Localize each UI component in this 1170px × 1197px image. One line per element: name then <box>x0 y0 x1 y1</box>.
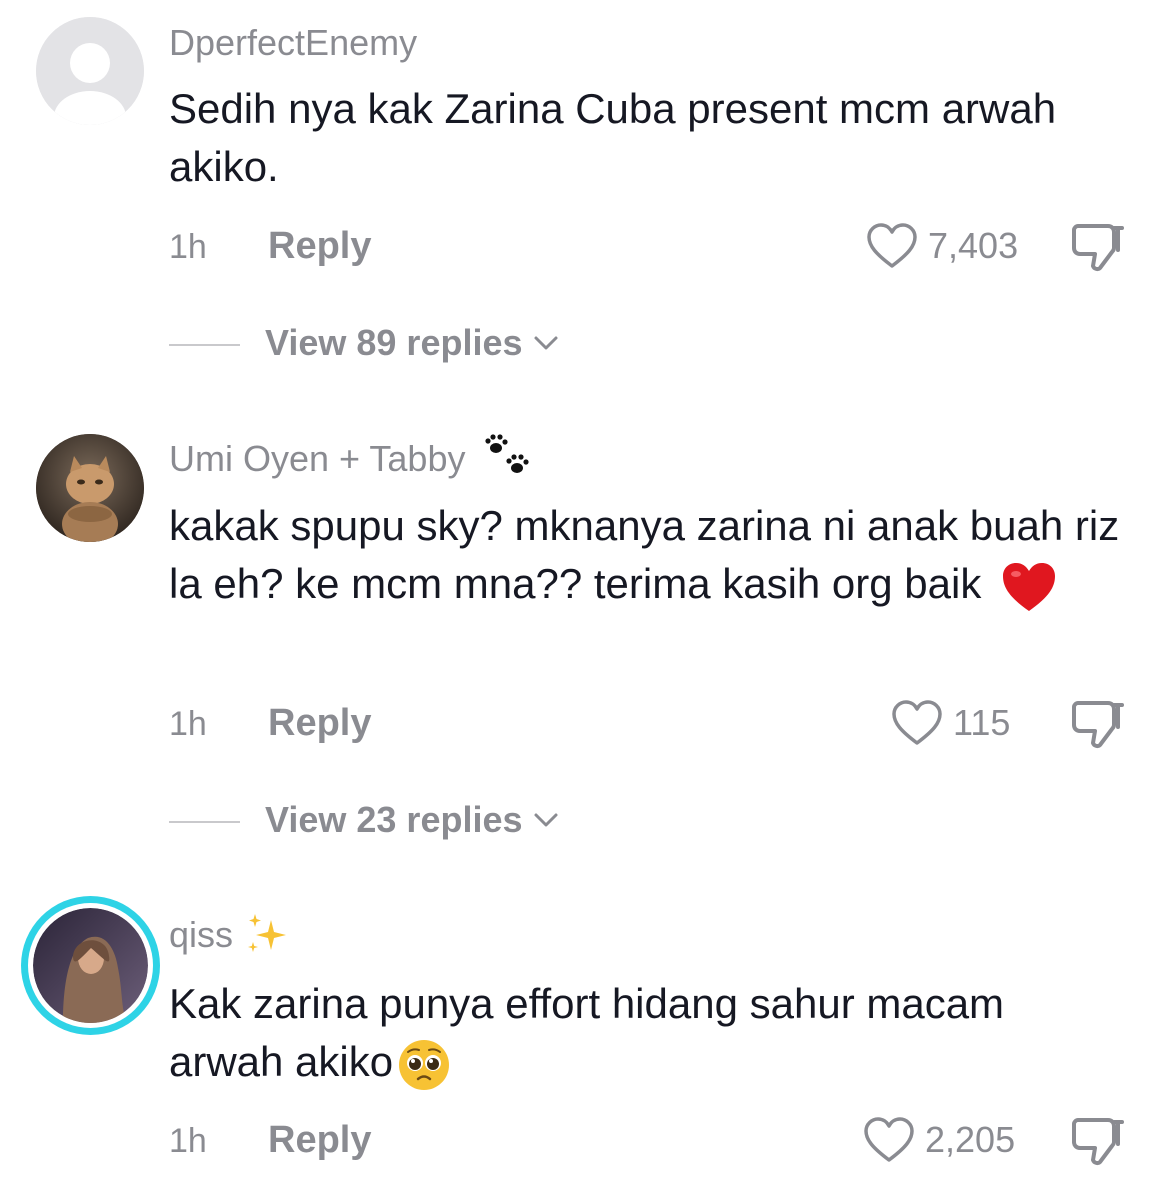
paw-prints-icon <box>484 434 529 473</box>
comment-time: 1h <box>169 228 207 266</box>
avatar[interactable] <box>36 17 144 125</box>
like-button[interactable]: 7,403 <box>866 222 1018 270</box>
heart-outline-icon <box>867 223 917 268</box>
chevron-down-icon <box>534 813 558 827</box>
username[interactable]: qiss <box>169 914 289 956</box>
comment-text: Kak zarina punya effort hidang sahur mac… <box>169 975 1129 1092</box>
chevron-down-icon <box>534 336 558 350</box>
thumbs-down-icon <box>1072 1118 1124 1166</box>
like-button[interactable]: 115 <box>891 699 1010 747</box>
view-replies-button[interactable]: View 23 replies <box>265 799 559 841</box>
comment-text: Sedih nya kak Zarina Cuba present mcm ar… <box>169 85 1057 190</box>
avatar[interactable] <box>36 434 144 542</box>
comment-text-content: kakak spupu sky? mknanya zarina ni anak … <box>169 502 1120 607</box>
like-count: 7,403 <box>928 225 1019 266</box>
heart-outline-icon <box>892 700 942 745</box>
username[interactable]: Umi Oyen + Tabby <box>169 434 532 480</box>
dislike-button[interactable] <box>1070 699 1126 756</box>
sparkles-icon <box>248 914 287 952</box>
reply-button[interactable]: Reply <box>268 225 371 268</box>
default-avatar-icon <box>36 17 144 125</box>
reply-button[interactable]: Reply <box>268 1119 371 1162</box>
comment-time: 1h <box>169 705 207 743</box>
user-photo-icon <box>33 908 148 1023</box>
red-heart-icon <box>1003 562 1056 611</box>
like-button[interactable]: 2,205 <box>863 1116 1015 1164</box>
replies-divider <box>169 821 240 823</box>
dislike-button[interactable] <box>1070 1116 1126 1173</box>
like-count: 115 <box>953 702 1011 743</box>
view-replies-button[interactable]: View 89 replies <box>265 322 559 364</box>
view-replies-label: View 89 replies <box>265 322 523 363</box>
thumbs-down-icon <box>1072 701 1124 749</box>
replies-divider <box>169 344 240 346</box>
view-replies-label: View 23 replies <box>265 799 523 840</box>
pleading-face-icon <box>399 1039 450 1090</box>
comment-time: 1h <box>169 1122 207 1160</box>
comment-text-content: Kak zarina punya effort hidang sahur mac… <box>169 980 1005 1085</box>
reply-button[interactable]: Reply <box>268 702 371 745</box>
username-label: qiss <box>169 914 234 955</box>
thumbs-down-icon <box>1072 224 1124 272</box>
username-label: Umi Oyen + Tabby <box>169 438 466 479</box>
heart-outline-icon <box>864 1117 914 1162</box>
username[interactable]: DperfectEnemy <box>169 22 417 64</box>
comment-text: kakak spupu sky? mknanya zarina ni anak … <box>169 497 1129 613</box>
dislike-button[interactable] <box>1070 222 1126 279</box>
cat-avatar-icon <box>36 434 144 542</box>
like-count: 2,205 <box>925 1119 1016 1160</box>
avatar[interactable] <box>21 896 160 1035</box>
